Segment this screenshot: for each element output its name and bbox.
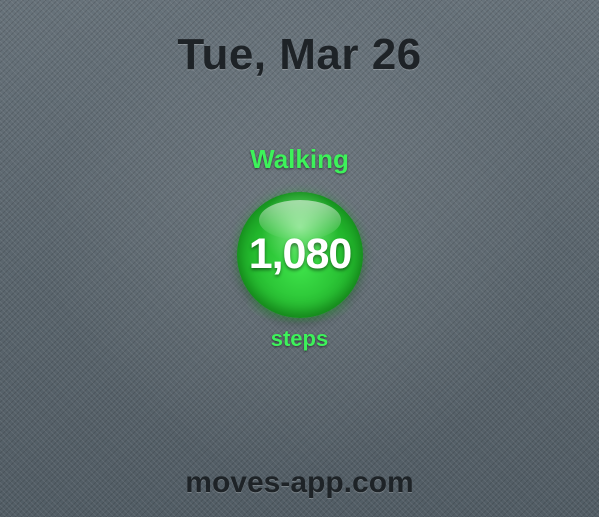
footer-url: moves-app.com xyxy=(185,466,414,499)
activity-label: Walking xyxy=(250,144,349,174)
step-unit-label: steps xyxy=(270,326,329,351)
step-bubble[interactable]: 1,080 xyxy=(237,192,363,324)
app-screen: Tue, Mar 26 Walking 1,080 steps moves-ap… xyxy=(0,0,599,517)
activity-section: Walking xyxy=(0,144,599,175)
step-count: 1,080 xyxy=(248,230,353,278)
date-title: Tue, Mar 26 xyxy=(177,30,422,79)
